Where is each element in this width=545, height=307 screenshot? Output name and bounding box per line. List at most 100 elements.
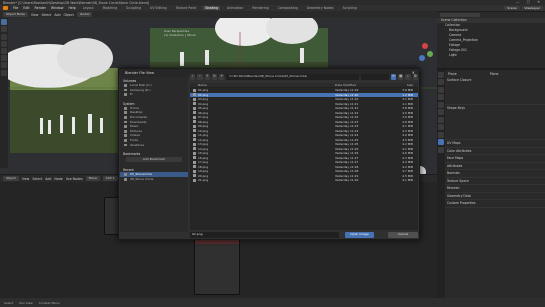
sidebar-item[interactable]: 08_Stone Circle (120, 177, 188, 182)
properties-section[interactable]: Surface Closure (437, 77, 545, 105)
material-tab-icon[interactable] (438, 146, 444, 153)
properties-section[interactable]: Geometry Data (437, 193, 545, 200)
add-bookmark-button[interactable]: Add Bookmark (126, 157, 182, 163)
sidebar-item[interactable]: OneDrive (120, 143, 188, 148)
properties-section[interactable]: UV Maps (437, 140, 545, 148)
sidebar-section-header[interactable]: Bookmarks (120, 150, 188, 156)
scale-tool-icon[interactable] (1, 47, 7, 54)
status-item: Context Menu (38, 300, 60, 305)
image-file-icon (193, 138, 196, 142)
shading-dropdown[interactable]: Global (76, 12, 93, 17)
column-name[interactable]: Name (190, 83, 335, 87)
workspace-tab[interactable]: Layout (81, 6, 96, 10)
settings-gear-icon[interactable]: ⚙ (412, 74, 418, 80)
node-object-field[interactable]: Plane (85, 176, 100, 181)
column-size[interactable]: Size (385, 83, 415, 87)
properties-section[interactable]: Shape Keys (437, 105, 545, 140)
menu-help[interactable]: Help (68, 6, 75, 10)
folder-icon (124, 88, 127, 92)
viewport-menu-select[interactable]: Select (41, 13, 51, 17)
render-tab-icon[interactable] (438, 79, 444, 85)
workspace-tab[interactable]: Modeling (101, 6, 120, 10)
node-menu-add[interactable]: Add (45, 177, 51, 181)
rotate-tool-icon[interactable] (1, 40, 7, 47)
refresh-icon[interactable]: ↻ (211, 74, 218, 80)
cancel-button[interactable]: Cancel (388, 232, 418, 238)
window-title: Blender* [C:\Users\Ravikanth\Desktop\3D … (3, 0, 150, 5)
node-editor-mode[interactable]: Object (3, 176, 19, 181)
workspace-tab[interactable]: Compositing (276, 6, 300, 10)
properties-section[interactable]: Remesh (437, 185, 545, 193)
status-item: Pan View (19, 300, 33, 305)
world-tab-icon[interactable] (438, 109, 444, 115)
shader-node[interactable] (194, 239, 240, 295)
modifier-tab-icon[interactable] (438, 124, 444, 130)
scene-dropdown[interactable]: Scene (504, 5, 520, 11)
data-tab-icon[interactable] (438, 139, 444, 145)
view-layer-dropdown[interactable]: ViewLayer (521, 5, 543, 11)
blender-logo-icon[interactable] (3, 6, 8, 10)
workspace-tab[interactable]: Texture Paint (174, 6, 199, 10)
viewport-menu-view[interactable]: View (31, 13, 39, 17)
properties-section[interactable]: Color Attributes (437, 148, 545, 155)
menu-render[interactable]: Render (35, 6, 46, 10)
properties-panel: Plane Plane Surface Closure Shape Keys UV … (437, 70, 545, 298)
new-folder-icon[interactable]: + (219, 74, 225, 80)
properties-section[interactable]: Attributes (437, 163, 545, 170)
outliner-search[interactable] (440, 12, 480, 18)
workspace-tab[interactable]: UV Editing (148, 6, 169, 10)
view-layer-tab-icon[interactable] (438, 94, 444, 100)
menu-file[interactable]: File (13, 6, 18, 10)
open-image-button[interactable]: Open Image (344, 232, 375, 238)
physics-tab-icon[interactable] (438, 131, 444, 138)
select-tool-icon[interactable] (1, 19, 7, 26)
measure-tool-icon[interactable] (1, 69, 7, 76)
workspace-tab[interactable]: Geometry Nodes (305, 6, 336, 10)
workspace-tab[interactable]: Rendering (250, 6, 270, 10)
sidebar-item[interactable]: E: (120, 92, 188, 97)
thumbnail-view-icon[interactable]: ▦ (398, 74, 404, 80)
move-tool-icon[interactable] (1, 33, 7, 40)
workspace-tab[interactable]: Animation (225, 6, 245, 10)
properties-section[interactable]: Face Maps (437, 155, 545, 163)
workspace-tab[interactable]: Shading (203, 6, 221, 10)
filter-icon[interactable]: ⌕ (405, 74, 411, 80)
properties-section[interactable]: Texture Space (437, 178, 545, 185)
image-file-icon (193, 129, 196, 133)
path-field[interactable]: C:\3D Work\Blender\08_Stone Circle\03_St… (226, 74, 359, 80)
folder-icon (124, 143, 127, 147)
mode-dropdown[interactable]: Object Mode (3, 12, 28, 17)
workspace-tab[interactable]: Sculpting (124, 6, 143, 10)
column-date[interactable]: Date Modified (335, 83, 385, 87)
file-search-input[interactable] (360, 74, 389, 80)
forward-icon[interactable]: › (197, 74, 203, 80)
file-row[interactable]: 21.png Yesterday 11:29 4.1 MiB (190, 178, 418, 183)
outliner-row[interactable]: Light (437, 53, 545, 58)
properties-section[interactable]: Custom Properties (437, 200, 545, 208)
workspace-tab[interactable]: Scripting (341, 6, 359, 10)
use-nodes-checkbox[interactable]: Use Nodes (66, 177, 83, 181)
annotate-tool-icon[interactable] (1, 62, 7, 69)
viewport-menu-add[interactable]: Add (54, 13, 60, 17)
node-menu-view[interactable]: View (22, 177, 30, 181)
output-tab-icon[interactable] (438, 86, 444, 93)
node-menu-select[interactable]: Select (32, 177, 42, 181)
viewport-toolbar (0, 18, 8, 168)
properties-section[interactable]: Normals (437, 170, 545, 178)
filename-input[interactable]: 02.png (190, 232, 339, 238)
slot-dropdown[interactable]: Slot 1 (102, 176, 118, 181)
image-file-icon (193, 102, 196, 106)
viewport-menu-object[interactable]: Object (64, 13, 74, 17)
object-tab-icon[interactable] (438, 116, 444, 123)
transform-tool-icon[interactable] (1, 55, 7, 62)
tool-tab-icon[interactable] (438, 71, 444, 78)
window-controls[interactable]: — ▢ ✕ (516, 0, 543, 4)
list-view-icon[interactable]: ≡ (390, 74, 397, 80)
menu-window[interactable]: Window (51, 6, 64, 10)
menu-edit[interactable]: Edit (23, 6, 29, 10)
scene-tab-icon[interactable] (438, 101, 444, 108)
node-menu-node[interactable]: Node (54, 177, 62, 181)
cursor-tool-icon[interactable] (1, 26, 7, 33)
parent-directory-icon[interactable]: ↑ (204, 74, 210, 80)
back-icon[interactable]: ‹ (190, 74, 196, 80)
